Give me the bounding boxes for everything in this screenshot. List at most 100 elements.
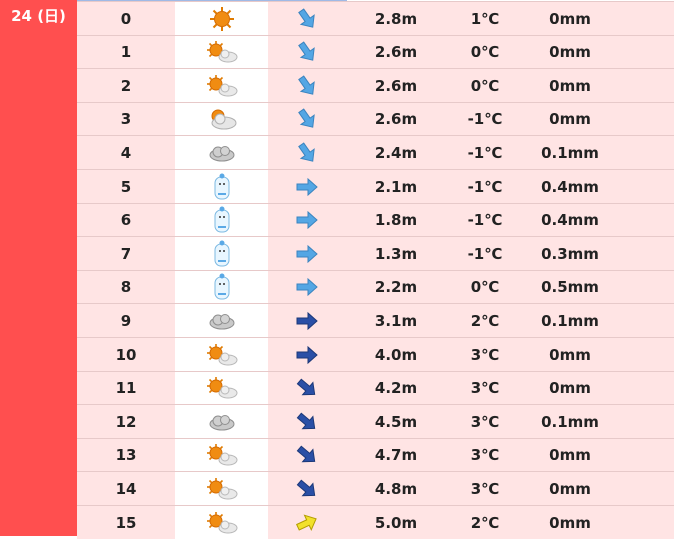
temperature-value: 0℃: [470, 76, 500, 95]
weather-icon-cell: [175, 438, 268, 472]
arrow-east-dark-icon: [294, 342, 320, 368]
precipitation-value: 0mm: [549, 110, 591, 129]
wind-speed-cell: 4.2m: [346, 371, 446, 405]
wind-speed-cell: 5.0m: [346, 506, 446, 539]
precipitation-cell: 0.1mm: [524, 405, 616, 439]
snowman-icon: [212, 173, 232, 201]
weather-icon-cell: [175, 304, 268, 338]
snowman-icon: [212, 206, 232, 234]
temperature-cell: -1℃: [446, 237, 524, 271]
wind-speed-cell: 2.6m: [346, 102, 446, 136]
wind-speed-cell: 2.6m: [346, 35, 446, 69]
temperature-value: -1℃: [467, 211, 503, 230]
weather-icon-cell: [175, 237, 268, 271]
spacer-cell: [616, 472, 674, 506]
forecast-row: 6 1.8m -1℃ 0.4mm: [77, 202, 674, 237]
temperature-value: 1℃: [470, 9, 500, 28]
precipitation-cell: 0mm: [524, 69, 616, 103]
wind-speed-value: 2.1m: [374, 177, 418, 196]
hour-label: 15: [115, 513, 137, 532]
wind-speed-cell: 4.5m: [346, 405, 446, 439]
arrow-northeast-yellow-icon: [294, 510, 320, 536]
temperature-cell: 2℃: [446, 304, 524, 338]
hour-cell: 10: [77, 338, 175, 371]
wind-speed-value: 5.0m: [374, 513, 418, 532]
sun-icon: [209, 6, 235, 32]
wind-direction-cell: [268, 170, 346, 203]
precipitation-value: 0mm: [549, 43, 591, 62]
forecast-row: 4 2.4m -1℃ 0.1mm: [77, 135, 674, 170]
hour-cell: 8: [77, 270, 175, 304]
precipitation-value: 0.5mm: [541, 278, 599, 297]
weather-icon-cell: [175, 405, 268, 439]
spacer-cell: [616, 338, 674, 371]
sun-cloud-icon: [206, 443, 238, 467]
temperature-value: 0℃: [470, 278, 500, 297]
weather-icon-cell: [175, 2, 268, 35]
arrow-east-dark-icon: [294, 308, 320, 334]
wind-speed-value: 4.8m: [374, 479, 418, 498]
temperature-value: 2℃: [470, 311, 500, 330]
arrow-east-light-icon: [294, 207, 320, 233]
temperature-cell: 1℃: [446, 2, 524, 35]
arrow-east-light-icon: [294, 274, 320, 300]
forecast-row: 15 5.0m 2℃ 0mm: [77, 505, 674, 539]
wind-direction-cell: [268, 136, 346, 170]
temperature-cell: 3℃: [446, 371, 524, 405]
arrow-southeast-dark-icon: [294, 375, 320, 401]
arrow-southeast-dark-icon: [294, 476, 320, 502]
precipitation-cell: 0mm: [524, 338, 616, 371]
wind-direction-cell: [268, 472, 346, 506]
wind-direction-cell: [268, 203, 346, 237]
arrow-southeast-light-icon: [294, 106, 320, 132]
precipitation-value: 0.1mm: [541, 143, 599, 162]
arrow-southeast-light-icon: [294, 140, 320, 166]
precipitation-value: 0.1mm: [541, 412, 599, 431]
arrow-southeast-light-icon: [294, 6, 320, 32]
precipitation-cell: 0.1mm: [524, 136, 616, 170]
precipitation-cell: 0mm: [524, 506, 616, 539]
forecast-row: 0 2.8m 1℃ 0mm: [77, 1, 674, 35]
wind-speed-value: 2.8m: [374, 9, 418, 28]
precipitation-value: 0mm: [549, 379, 591, 398]
arrow-east-light-icon: [294, 174, 320, 200]
precipitation-cell: 0mm: [524, 102, 616, 136]
precipitation-value: 0mm: [549, 513, 591, 532]
hour-label: 8: [120, 278, 132, 297]
precipitation-cell: 0mm: [524, 472, 616, 506]
precipitation-value: 0.1mm: [541, 311, 599, 330]
spacer-cell: [616, 170, 674, 203]
temperature-value: -1℃: [467, 110, 503, 129]
precipitation-cell: 0.4mm: [524, 170, 616, 203]
wind-speed-cell: 2.6m: [346, 69, 446, 103]
precipitation-cell: 0.5mm: [524, 270, 616, 304]
wind-speed-value: 4.2m: [374, 379, 418, 398]
weather-icon-cell: [175, 102, 268, 136]
weather-icon-cell: [175, 270, 268, 304]
temperature-value: 3℃: [470, 446, 500, 465]
temperature-cell: -1℃: [446, 170, 524, 203]
precipitation-cell: 0mm: [524, 2, 616, 35]
wind-speed-cell: 2.1m: [346, 170, 446, 203]
sun-cloud-icon: [206, 511, 238, 535]
arrow-southeast-dark-icon: [294, 442, 320, 468]
wind-speed-cell: 2.4m: [346, 136, 446, 170]
weather-icon-cell: [175, 371, 268, 405]
hour-cell: 14: [77, 472, 175, 506]
wind-speed-value: 2.6m: [374, 110, 418, 129]
hour-cell: 9: [77, 304, 175, 338]
forecast-row: 2 2.6m 0℃ 0mm: [77, 68, 674, 103]
sun-cloud-icon: [206, 477, 238, 501]
wind-speed-cell: 2.8m: [346, 2, 446, 35]
forecast-row: 3 2.6m -1℃ 0mm: [77, 101, 674, 136]
precipitation-value: 0.4mm: [541, 211, 599, 230]
wind-speed-cell: 4.7m: [346, 438, 446, 472]
snowman-icon: [212, 273, 232, 301]
hour-cell: 6: [77, 203, 175, 237]
temperature-value: 3℃: [470, 412, 500, 431]
wind-speed-value: 4.5m: [374, 412, 418, 431]
hour-label: 2: [120, 76, 132, 95]
cloud-icon: [207, 311, 237, 331]
arrow-southeast-light-icon: [294, 73, 320, 99]
hour-cell: 12: [77, 405, 175, 439]
